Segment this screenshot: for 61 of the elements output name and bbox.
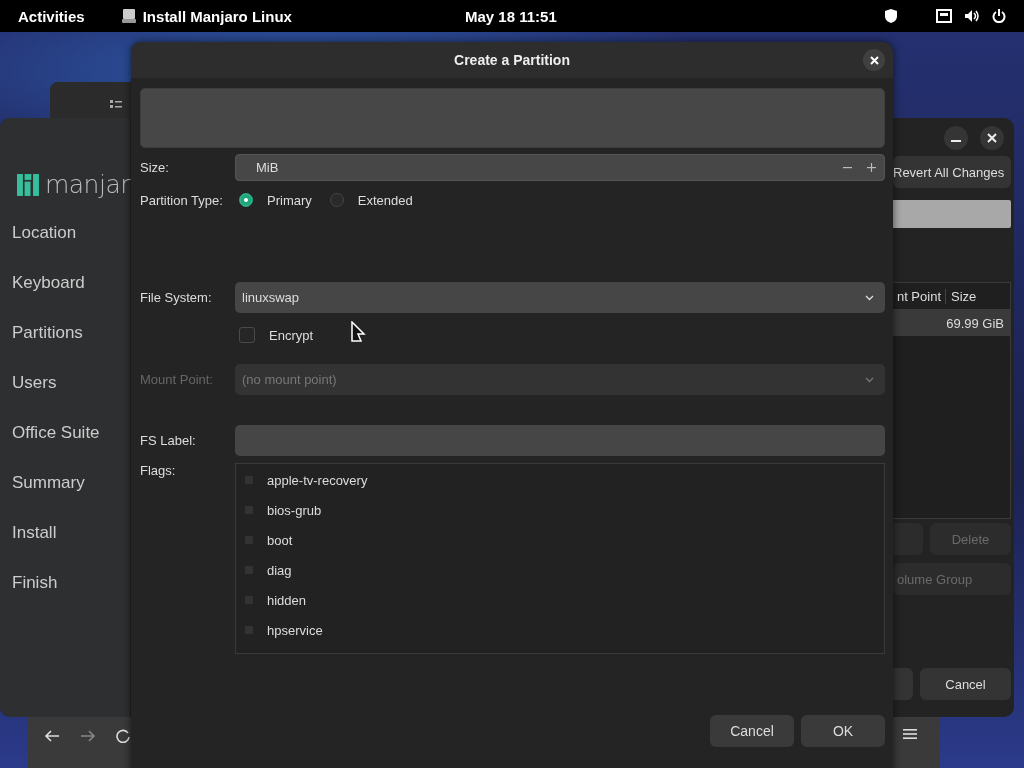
sidebar-step: Install <box>12 523 130 573</box>
volume-icon[interactable] <box>964 9 980 23</box>
radio-label[interactable]: Primary <box>267 192 312 208</box>
sidebar-step: Partitions <box>12 323 130 373</box>
field-label: File System: <box>140 290 213 305</box>
activities-button[interactable]: Activities <box>18 7 85 25</box>
sidebar-step: Users <box>12 373 130 423</box>
menu-icon[interactable] <box>903 728 917 740</box>
power-icon[interactable] <box>992 9 1006 23</box>
logo-icon <box>17 171 39 198</box>
app-title[interactable]: Install Manjaro Linux <box>142 7 292 25</box>
network-icon[interactable] <box>936 9 952 23</box>
revert-button[interactable]: Revert All Changes <box>893 156 1011 188</box>
close-icon <box>987 133 997 143</box>
reload-icon[interactable] <box>116 729 130 743</box>
field-label: Flags: <box>140 463 177 478</box>
checkbox[interactable] <box>239 327 255 343</box>
installer-icon <box>120 8 137 24</box>
dialog-button[interactable]: Cancel <box>710 715 794 747</box>
close-button[interactable] <box>980 126 1004 150</box>
field-label: Partition Type: <box>140 192 224 208</box>
minimize-icon <box>951 140 961 142</box>
flag-label[interactable]: hpservice <box>267 622 323 638</box>
fs-label-field[interactable] <box>235 425 885 456</box>
field-label: Mount Point: <box>140 372 214 387</box>
logo-text: manjar <box>44 170 130 199</box>
minimize-button[interactable] <box>944 126 968 150</box>
sidebar-step: Keyboard <box>12 273 130 323</box>
flag-label[interactable]: boot <box>267 532 293 548</box>
sidebar-step: Finish <box>12 573 130 623</box>
shield-icon[interactable] <box>884 8 898 24</box>
file-system-dropdown[interactable]: linuxswap <box>235 282 885 313</box>
flag-label[interactable]: hidden <box>267 592 307 608</box>
radio-label[interactable]: Extended <box>357 192 413 208</box>
forward-icon[interactable] <box>80 729 96 743</box>
column-header[interactable]: Size <box>946 288 977 304</box>
field-label: FS Label: <box>140 433 197 448</box>
close-icon <box>869 55 879 65</box>
chevron-icon <box>865 294 874 301</box>
plus-icon[interactable] <box>867 163 876 172</box>
sidebar-step: Location <box>12 223 130 273</box>
pointer-icon <box>350 321 366 343</box>
chevron-icon <box>865 376 874 383</box>
sidebar-step: Summary <box>12 473 130 523</box>
table-row[interactable]: 69.99 GiB <box>893 310 1010 336</box>
radio-button[interactable] <box>239 193 253 207</box>
sidebar-step: Office Suite <box>12 423 130 473</box>
size-field[interactable]: MiB <box>235 154 885 181</box>
radio-button[interactable] <box>329 193 344 207</box>
dialog-title: Create a Partition <box>454 52 570 68</box>
cancel-button[interactable]: Cancel <box>920 668 1011 700</box>
flag-label[interactable]: bios-grub <box>267 502 322 518</box>
clock[interactable]: May 18 11:51 <box>465 7 557 25</box>
field-label: Size: <box>140 160 170 175</box>
flag-label[interactable]: apple-tv-recovery <box>267 472 368 488</box>
close-button[interactable] <box>863 49 885 71</box>
dialog-button[interactable]: OK <box>801 715 885 747</box>
back-icon[interactable] <box>44 729 60 743</box>
list-icon[interactable] <box>110 99 122 109</box>
flag-label[interactable]: diag <box>267 562 292 578</box>
checkbox-label[interactable]: Encrypt <box>269 327 314 343</box>
